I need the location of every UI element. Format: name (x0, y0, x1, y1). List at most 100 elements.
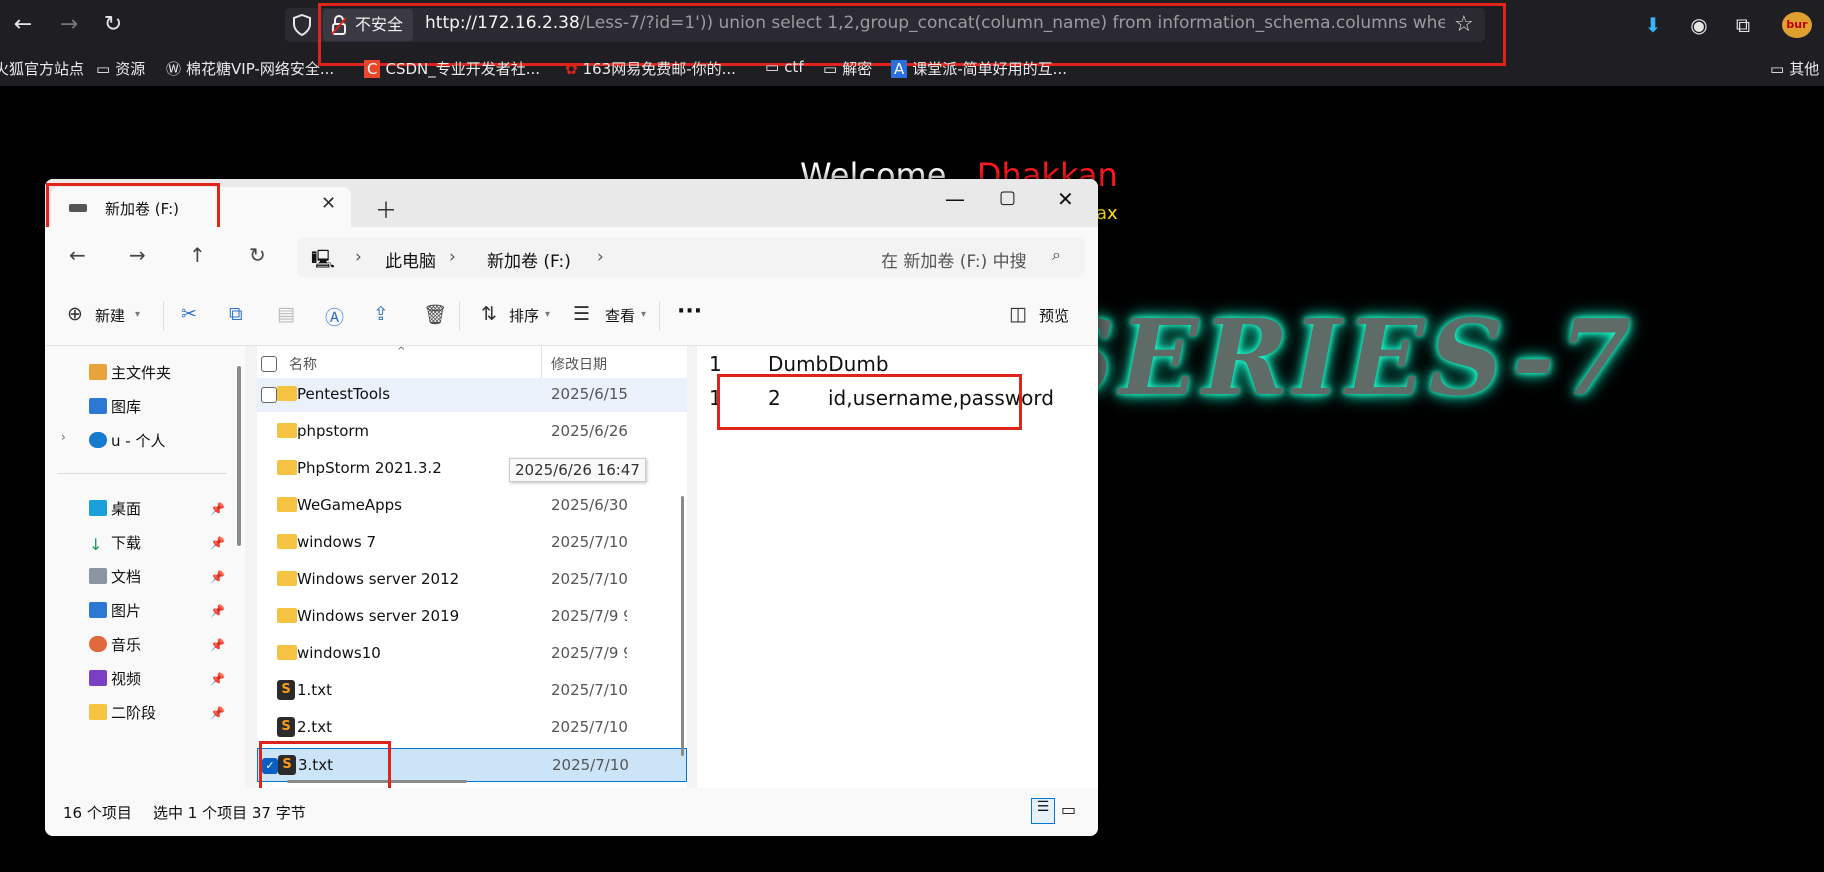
back-icon[interactable]: ← (69, 243, 86, 267)
close-window-icon[interactable]: ✕ (1057, 187, 1074, 211)
pin-icon[interactable]: 📌 (210, 502, 225, 516)
view-button[interactable]: 查看 (605, 305, 635, 326)
folder-icon (277, 645, 297, 660)
table-row[interactable]: windows 7 2025/7/10 (257, 526, 687, 560)
search-box[interactable]: 在 新加卷 (F:) 中搜 ⌕ (865, 237, 1085, 277)
tiles-view-icon[interactable]: ▭ (1061, 800, 1076, 819)
pin-icon[interactable]: 📌 (210, 638, 225, 652)
date-tooltip: 2025/6/26 16:47 (509, 458, 646, 482)
nav-item-stage2[interactable]: 二阶段 (89, 702, 156, 723)
back-icon[interactable]: ← (10, 12, 36, 38)
home-icon (89, 364, 107, 380)
forward-icon[interactable]: → (129, 243, 146, 267)
shield-icon[interactable] (292, 14, 312, 36)
pin-icon[interactable]: 📌 (210, 672, 225, 686)
item-count: 16 个项目 (63, 804, 132, 822)
cut-icon[interactable]: ✂ (181, 303, 197, 325)
bookmark-item[interactable]: Ⓦ 棉花糖VIP-网络安全... (166, 58, 334, 79)
delete-icon[interactable]: 🗑 (423, 303, 447, 326)
row-checkbox[interactable] (261, 387, 277, 403)
bookmark-folder[interactable]: ▭ ctf (765, 58, 804, 76)
chevron-right-icon[interactable]: › (597, 247, 604, 267)
subtitle-fragment: ax (1096, 203, 1118, 224)
nav-item-documents[interactable]: 文档 (89, 566, 141, 587)
table-row[interactable]: Windows server 2019 2025/7/9 9 (257, 600, 687, 634)
sort-icon[interactable]: ⇅ (481, 303, 497, 325)
refresh-icon[interactable]: ↻ (249, 243, 266, 267)
pin-icon[interactable]: 📌 (210, 570, 225, 584)
new-button[interactable]: 新建 (95, 305, 125, 326)
ketangpai-icon: A (891, 60, 908, 78)
folder-icon (277, 423, 297, 438)
folder-icon: ▭ (765, 58, 780, 76)
video-icon (89, 670, 107, 686)
view-icon[interactable]: ☰ (573, 303, 590, 325)
profile-avatar[interactable]: bur (1782, 12, 1812, 38)
sort-button[interactable]: 排序 (509, 305, 539, 326)
preview-line1-col1: 1 (709, 352, 722, 376)
up-icon[interactable]: ↑ (189, 243, 206, 267)
nav-scrollbar[interactable] (237, 366, 241, 546)
preview-pane-icon[interactable]: ◫ (1009, 303, 1027, 325)
search-icon: ⌕ (1052, 245, 1061, 264)
close-tab-icon[interactable]: ✕ (321, 193, 336, 214)
file-list-scrollbar[interactable] (681, 496, 684, 756)
paste-icon[interactable]: ▤ (277, 303, 295, 325)
table-row[interactable]: Windows server 2012 2025/7/10 (257, 563, 687, 597)
table-row[interactable]: phpstorm 2025/6/26 (257, 415, 687, 449)
copy-icon[interactable]: ⧉ (229, 303, 243, 325)
table-row[interactable]: S 1.txt 2025/7/10 (257, 674, 687, 708)
rename-icon[interactable]: Ⓐ (325, 303, 344, 330)
nav-item-videos[interactable]: 视频 (89, 668, 141, 689)
breadcrumb-this-pc[interactable]: 此电脑 (385, 247, 436, 272)
reload-icon[interactable]: ↻ (100, 12, 126, 38)
nav-item-onedrive[interactable]: u - 个人 (89, 430, 165, 451)
new-tab-icon[interactable]: ＋ (375, 193, 397, 225)
result-highlight-box (717, 374, 1022, 430)
details-view-icon[interactable]: ☰ (1031, 798, 1055, 824)
bookmark-item[interactable]: 火狐官方站点 (0, 58, 84, 79)
nav-item-desktop[interactable]: 桌面 (89, 498, 141, 519)
download-icon[interactable]: ⬇ (1640, 12, 1666, 38)
pin-icon[interactable]: 📌 (210, 604, 225, 618)
nav-item-pictures[interactable]: 图片 (89, 600, 141, 621)
sort-arrow-icon: ^ (397, 346, 406, 357)
forward-icon[interactable]: → (56, 12, 82, 38)
pin-icon[interactable]: 📌 (210, 706, 225, 720)
account-icon[interactable]: ◉ (1686, 12, 1712, 38)
pictures-icon (89, 602, 107, 618)
nav-item-downloads[interactable]: ↓ 下载 (89, 532, 141, 553)
nav-item-home[interactable]: 主文件夹 (89, 362, 171, 383)
table-row[interactable]: windows10 2025/7/9 9 (257, 637, 687, 671)
select-all-checkbox[interactable] (261, 356, 277, 372)
table-row[interactable]: PentestTools 2025/6/15 (257, 378, 687, 412)
preview-button[interactable]: 预览 (1039, 305, 1069, 326)
share-icon[interactable]: ⇪ (373, 303, 389, 325)
chevron-right-icon: › (449, 247, 456, 267)
bookmark-item[interactable]: C CSDN_专业开发者社... (364, 58, 540, 79)
nav-item-music[interactable]: 音乐 (89, 634, 141, 655)
table-row[interactable]: WeGameApps 2025/6/30 (257, 489, 687, 523)
breadcrumb-drive-f[interactable]: 新加卷 (F:) (487, 247, 571, 272)
more-icon[interactable]: ··· (677, 299, 702, 324)
column-header-name[interactable]: 名称 (289, 354, 317, 374)
chevron-down-icon: ▾ (545, 309, 551, 320)
add-icon[interactable]: ⊕ (67, 303, 83, 325)
folder-icon: ▭ (823, 60, 838, 78)
breadcrumb[interactable]: 🖳 › 此电脑 › 新加卷 (F:) › (297, 237, 897, 277)
bookmark-folder[interactable]: ▭ 资源 (96, 58, 145, 79)
cloud-icon (89, 432, 107, 448)
maximize-icon[interactable]: ▢ (999, 187, 1016, 208)
bookmark-item[interactable]: ✿ 163网易免费邮-你的... (565, 58, 736, 79)
browser-chrome: ← → ↻ 不安全 http://172.16.2.38/Less-7/?id=… (0, 0, 1824, 86)
extensions-icon[interactable]: ⧉ (1730, 12, 1756, 38)
chevron-right-icon[interactable]: › (61, 430, 66, 444)
minimize-icon[interactable]: — (945, 187, 965, 211)
bookmark-folder[interactable]: ▭ 解密 (823, 58, 872, 79)
bookmark-folder-other[interactable]: ▭ 其他 (1770, 58, 1819, 79)
bookmark-item[interactable]: A 课堂派-简单好用的互... (891, 58, 1067, 79)
table-row[interactable]: S 2.txt 2025/7/10 (257, 711, 687, 745)
pin-icon[interactable]: 📌 (210, 536, 225, 550)
nav-item-gallery[interactable]: 图库 (89, 396, 141, 417)
column-header-date[interactable]: 修改日期 (551, 354, 607, 374)
